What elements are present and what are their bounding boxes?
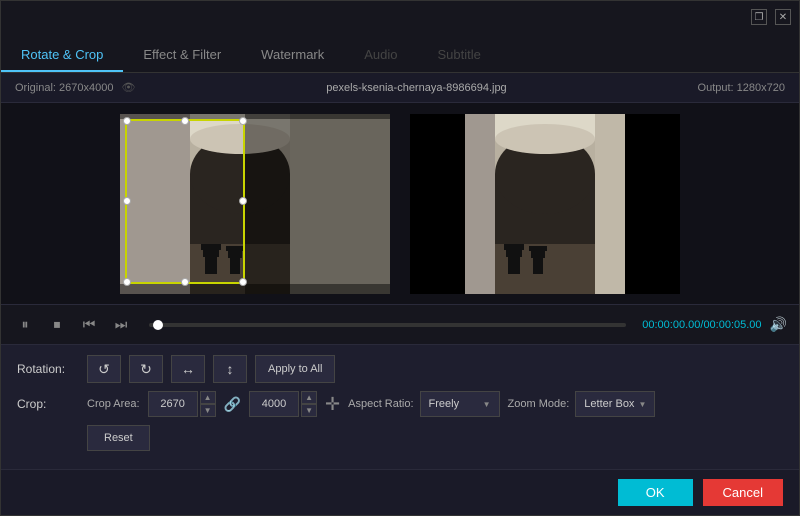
tab-audio: Audio — [344, 39, 417, 72]
tint-right — [245, 114, 390, 294]
crop-handle-bc[interactable] — [181, 278, 189, 286]
ok-button[interactable]: OK — [618, 479, 693, 506]
crop-height-up[interactable]: ▲ — [301, 391, 317, 404]
crop-handle-br[interactable] — [239, 278, 247, 286]
left-preview-panel — [120, 114, 390, 294]
close-button[interactable]: ✕ — [775, 9, 791, 25]
timeline-progress[interactable] — [149, 323, 626, 327]
crop-handle-ml[interactable] — [123, 197, 131, 205]
aspect-ratio-select[interactable]: Freely ▼ — [420, 391, 500, 417]
right-preview-panel — [410, 114, 680, 294]
aspect-ratio-group: Aspect Ratio: Freely ▼ — [348, 391, 499, 417]
play-pause-button[interactable]: ⏸ — [13, 313, 37, 337]
crop-width-input[interactable] — [148, 391, 198, 417]
bottom-bar: OK Cancel — [1, 469, 799, 515]
preview-area — [1, 103, 799, 304]
restore-button[interactable]: ❐ — [751, 9, 767, 25]
crop-height-input[interactable] — [249, 391, 299, 417]
window-controls: ❐ ✕ — [751, 9, 791, 25]
tab-watermark[interactable]: Watermark — [241, 39, 344, 72]
main-window: ❐ ✕ Rotate & Crop Effect & Filter Waterm… — [0, 0, 800, 516]
crop-handle-tl[interactable] — [123, 117, 131, 125]
aspect-ratio-label: Aspect Ratio: — [348, 398, 413, 410]
crop-width-group: ▲ ▼ — [148, 391, 216, 417]
eye-icon[interactable]: 👁 — [121, 81, 135, 94]
link-icon[interactable]: 🔗 — [224, 396, 241, 413]
crop-box[interactable] — [125, 119, 245, 284]
tab-rotate-crop[interactable]: Rotate & Crop — [1, 39, 123, 72]
apply-to-all-button[interactable]: Apply to All — [255, 355, 335, 383]
crop-height-group: ▲ ▼ — [249, 391, 317, 417]
crop-reset-icon[interactable]: ✛ — [325, 394, 340, 415]
flip-vertical-button[interactable]: ↕ — [213, 355, 247, 383]
cancel-button[interactable]: Cancel — [703, 479, 783, 506]
timeline-time: 00:00:00.00/00:00:05.00 — [642, 319, 761, 331]
crop-width-spinners: ▲ ▼ — [200, 391, 216, 417]
tab-effect-filter[interactable]: Effect & Filter — [123, 39, 241, 72]
title-bar: ❐ ✕ — [1, 1, 799, 33]
tint-bottom — [120, 284, 390, 294]
zoom-mode-select[interactable]: Letter Box ▼ — [575, 391, 655, 417]
reset-button[interactable]: Reset — [87, 425, 150, 451]
flip-horizontal-button[interactable]: ↔ — [171, 355, 205, 383]
tab-bar: Rotate & Crop Effect & Filter Watermark … — [1, 33, 799, 73]
info-bar: Original: 2670x4000 👁 pexels-ksenia-cher… — [1, 73, 799, 103]
next-frame-button[interactable]: ⏭ — [109, 313, 133, 337]
crop-handle-tc[interactable] — [181, 117, 189, 125]
rotation-row: Rotation: ↺ ↻ ↔ ↕ Apply to All — [17, 355, 783, 383]
letterbox-left — [410, 114, 465, 294]
crop-label: Crop: — [17, 397, 79, 411]
output-image — [465, 114, 625, 294]
aspect-ratio-arrow: ▼ — [483, 400, 491, 409]
crop-height-spinners: ▲ ▼ — [301, 391, 317, 417]
crop-height-down[interactable]: ▼ — [301, 404, 317, 417]
rotation-label: Rotation: — [17, 362, 79, 376]
output-size-label: Output: 1280x720 — [698, 82, 785, 94]
preview-container — [1, 103, 799, 304]
rotate-left-button[interactable]: ↺ — [87, 355, 121, 383]
crop-row: Crop: Crop Area: ▲ ▼ 🔗 ▲ ▼ ✛ Aspect Ra — [17, 391, 783, 417]
crop-handle-bl[interactable] — [123, 278, 131, 286]
controls-panel: Rotation: ↺ ↻ ↔ ↕ Apply to All Crop: Cro… — [1, 344, 799, 469]
zoom-mode-group: Zoom Mode: Letter Box ▼ — [508, 391, 656, 417]
crop-handle-mr[interactable] — [239, 197, 247, 205]
zoom-mode-label: Zoom Mode: — [508, 398, 570, 410]
crop-handle-tr[interactable] — [239, 117, 247, 125]
crop-width-up[interactable]: ▲ — [200, 391, 216, 404]
crop-width-down[interactable]: ▼ — [200, 404, 216, 417]
reset-row: Reset — [17, 425, 783, 451]
original-size-label: Original: 2670x4000 — [15, 82, 113, 94]
tab-subtitle: Subtitle — [418, 39, 501, 72]
timeline-bar: ⏸ ⏹ ⏮ ⏭ 00:00:00.00/00:00:05.00 🔊 — [1, 304, 799, 344]
timeline-thumb[interactable] — [153, 320, 163, 330]
rotate-right-button[interactable]: ↻ — [129, 355, 163, 383]
letterbox-right — [625, 114, 680, 294]
crop-area-label: Crop Area: — [87, 398, 140, 410]
stop-button[interactable]: ⏹ — [45, 313, 69, 337]
zoom-mode-arrow: ▼ — [638, 400, 646, 409]
filename-label: pexels-ksenia-chernaya-8986694.jpg — [135, 82, 697, 94]
volume-icon[interactable]: 🔊 — [770, 316, 787, 333]
prev-frame-button[interactable]: ⏮ — [77, 313, 101, 337]
